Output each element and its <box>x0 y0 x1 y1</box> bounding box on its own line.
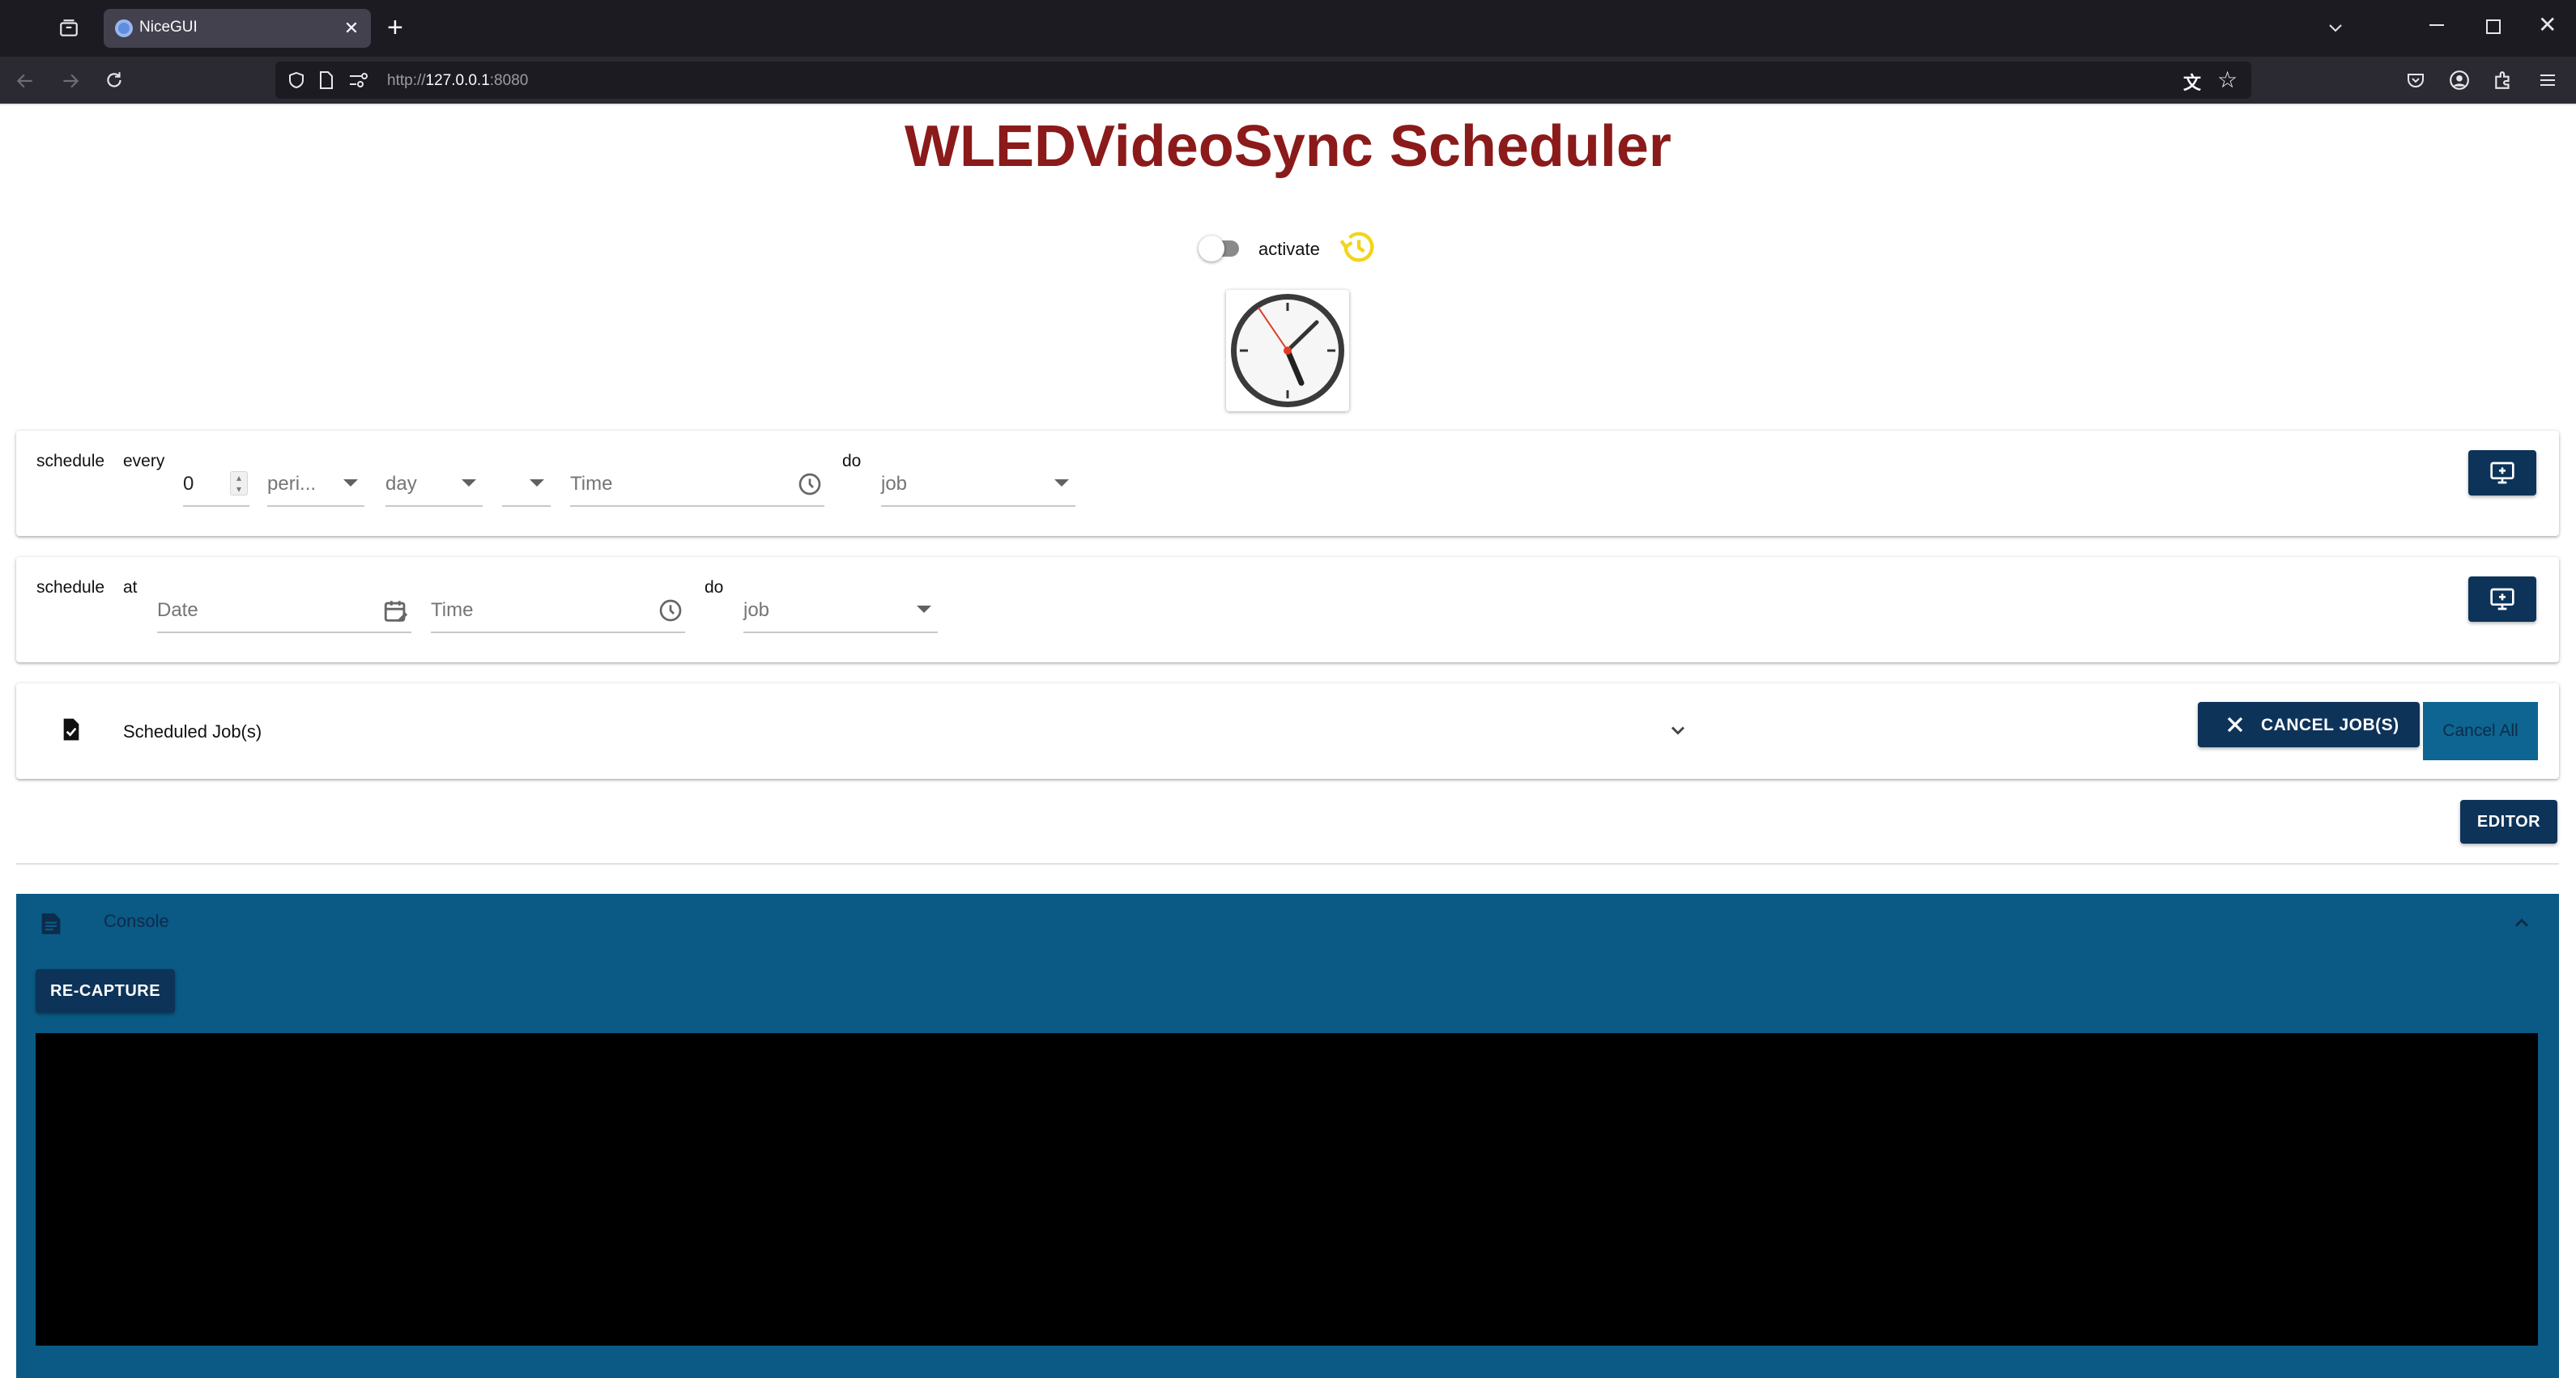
schedule-label: schedule <box>36 578 105 597</box>
minimize-window-icon[interactable] <box>2428 15 2447 34</box>
console-output-area[interactable] <box>36 1033 2538 1346</box>
add-to-queue-icon <box>2490 588 2514 610</box>
calendar-edit-icon[interactable] <box>382 598 410 625</box>
cancel-jobs-label: CANCEL JOB(S) <box>2261 716 2399 734</box>
at-date-input[interactable]: Date <box>157 588 411 633</box>
menu-hamburger-icon[interactable] <box>2538 70 2557 90</box>
browser-tab-bar: NiceGUI ✕ + ✕ <box>0 0 2576 57</box>
do-label: do <box>842 452 862 470</box>
tab-overflow-chevron-icon[interactable] <box>2326 18 2345 37</box>
activate-toggle-thumb[interactable] <box>1199 236 1224 262</box>
pocket-icon[interactable] <box>2405 70 2426 90</box>
schedule-at-card: schedule at Date Time do job <box>16 557 2559 662</box>
tab-title: NiceGUI <box>139 19 198 36</box>
extra-dropdown-caret-icon[interactable] <box>530 479 544 487</box>
maximize-window-icon[interactable] <box>2486 19 2501 34</box>
time-picker-clock-icon[interactable] <box>797 471 823 497</box>
schedule-label: schedule <box>36 452 105 470</box>
new-tab-icon[interactable]: + <box>387 11 403 44</box>
add-every-schedule-button[interactable] <box>2468 450 2536 495</box>
job-dropdown-caret-icon[interactable] <box>917 606 931 613</box>
tab-close-icon[interactable]: ✕ <box>340 17 363 40</box>
translate-icon[interactable]: 文 <box>2183 69 2201 95</box>
collapse-chevron-icon[interactable] <box>2510 912 2533 934</box>
recapture-button[interactable]: RE-CAPTURE <box>36 969 175 1013</box>
editor-button[interactable]: EDITOR <box>2460 800 2557 844</box>
close-window-icon[interactable]: ✕ <box>2538 11 2557 39</box>
clock-face-icon <box>1231 294 1344 407</box>
analog-clock <box>1226 290 1349 411</box>
extensions-icon[interactable] <box>2493 70 2514 91</box>
job-dropdown-caret-icon[interactable] <box>1054 479 1069 487</box>
period-placeholder: peri... <box>267 473 317 495</box>
schedule-every-card: schedule every 0 ▴ ▾ peri... day Time do … <box>16 431 2559 536</box>
account-icon[interactable] <box>2449 70 2470 91</box>
tracking-shield-icon[interactable] <box>287 70 306 90</box>
every-time-placeholder: Time <box>570 473 613 495</box>
cancel-all-button[interactable]: Cancel All <box>2423 702 2538 760</box>
every-time-input[interactable]: Time <box>570 461 824 507</box>
history-clock-icon[interactable] <box>1338 226 1380 268</box>
every-job-placeholder: job <box>881 473 908 495</box>
cancel-jobs-button[interactable]: CANCEL JOB(S) <box>2198 702 2420 747</box>
browser-nav-bar: http://127.0.0.1:8080 文 ☆ <box>0 57 2576 104</box>
add-at-schedule-button[interactable] <box>2468 576 2536 622</box>
unit-select[interactable]: day <box>385 461 483 507</box>
at-time-input[interactable]: Time <box>431 588 685 633</box>
bookmark-star-icon[interactable]: ☆ <box>2217 66 2238 93</box>
close-icon <box>2227 717 2243 733</box>
every-count-input[interactable]: 0 ▴ ▾ <box>183 461 249 507</box>
expand-chevron-icon[interactable] <box>1667 719 1689 742</box>
page-title: WLEDVideoSync Scheduler <box>905 114 1671 179</box>
unit-dropdown-caret-icon[interactable] <box>462 479 476 487</box>
at-date-placeholder: Date <box>157 599 198 621</box>
number-spinner[interactable]: ▴ ▾ <box>230 471 248 495</box>
every-job-select[interactable]: job <box>881 461 1075 507</box>
every-count-value: 0 <box>183 473 194 495</box>
console-panel: Console RE-CAPTURE <box>16 894 2559 1378</box>
activate-label: activate <box>1258 239 1320 259</box>
task-document-icon <box>63 718 79 741</box>
period-select[interactable]: peri... <box>267 461 364 507</box>
section-divider <box>16 863 2559 865</box>
permissions-icon[interactable] <box>348 71 369 89</box>
back-arrow-icon[interactable] <box>15 70 36 91</box>
at-job-placeholder: job <box>743 599 770 621</box>
page-top-border <box>0 104 2576 105</box>
scheduled-jobs-panel[interactable]: Scheduled Job(s) CANCEL JOB(S) Cancel Al… <box>16 683 2559 779</box>
activate-row: activate <box>1190 222 1401 270</box>
browser-tab[interactable]: NiceGUI ✕ <box>104 9 371 48</box>
add-to-queue-icon <box>2490 461 2514 484</box>
at-job-select[interactable]: job <box>743 588 938 633</box>
forward-arrow-icon[interactable] <box>60 70 81 91</box>
url-bar[interactable]: http://127.0.0.1:8080 文 ☆ <box>275 62 2251 99</box>
tab-favicon-icon <box>115 19 133 37</box>
tab-list-icon[interactable] <box>58 18 79 39</box>
period-dropdown-caret-icon[interactable] <box>343 479 358 487</box>
every-label: every <box>123 452 165 470</box>
unit-value: day <box>385 473 417 495</box>
do-label: do <box>705 578 724 597</box>
scheduled-jobs-title: Scheduled Job(s) <box>123 721 262 742</box>
console-title[interactable]: Console <box>104 911 169 932</box>
url-text[interactable]: http://127.0.0.1:8080 <box>387 72 528 90</box>
at-time-placeholder: Time <box>431 599 474 621</box>
page-info-icon[interactable] <box>317 70 335 90</box>
extra-select[interactable] <box>502 461 551 507</box>
console-document-icon <box>41 913 61 934</box>
reload-icon[interactable] <box>104 70 125 91</box>
time-picker-clock-icon[interactable] <box>658 598 683 623</box>
at-label: at <box>123 578 138 597</box>
